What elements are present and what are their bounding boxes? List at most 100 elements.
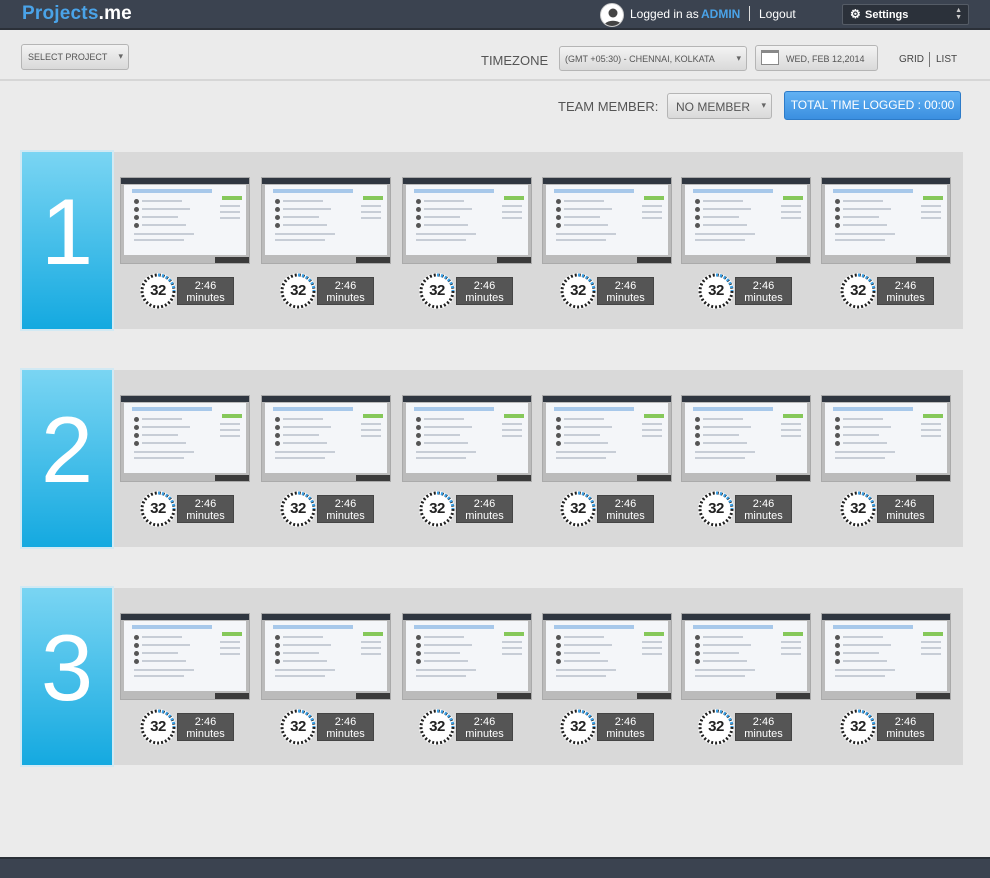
screenshot-thumbnail[interactable] xyxy=(681,395,811,482)
date-picker[interactable]: WED, FEB 12,2014 xyxy=(755,45,878,71)
thumbnail-detail xyxy=(695,635,700,640)
thumbnail-detail xyxy=(556,207,561,212)
thumbnail-detail xyxy=(406,621,528,691)
select-project-dropdown[interactable]: SELECT PROJECT ▾ xyxy=(21,44,129,70)
total-time-logged-button[interactable]: TOTAL TIME LOGGED : 00:00 xyxy=(784,91,961,120)
timezone-dropdown[interactable]: (GMT +05:30) - CHENNAI, KOLKATA ▾ xyxy=(559,46,747,71)
thumbnail-detail xyxy=(695,433,700,438)
thumbnail-detail xyxy=(564,208,612,210)
app-logo[interactable]: Projects.me xyxy=(22,3,132,25)
thumbnail-detail xyxy=(685,621,807,691)
list-view-toggle[interactable]: LIST xyxy=(936,54,957,65)
screenshot-thumbnail[interactable] xyxy=(261,395,391,482)
view-divider xyxy=(929,52,930,67)
thumbnail-detail xyxy=(776,257,810,263)
duration-time: 2:46 xyxy=(752,716,775,728)
thumbnail-detail xyxy=(416,417,421,422)
thumbnail-detail xyxy=(833,625,913,629)
thumbnail-detail xyxy=(835,457,885,459)
screenshot-thumbnail[interactable] xyxy=(261,613,391,700)
screenshot-thumbnail[interactable] xyxy=(681,613,811,700)
screenshot-thumbnail[interactable] xyxy=(681,177,811,264)
thumbnail-detail xyxy=(693,407,773,411)
thumbnail-detail xyxy=(835,433,840,438)
thumbnail-detail xyxy=(546,621,668,691)
thumbnail-detail xyxy=(124,403,246,473)
screenshot-thumbnail[interactable] xyxy=(402,395,532,482)
duration-time: 2:46 xyxy=(752,498,775,510)
screenshot-thumbnail[interactable] xyxy=(821,613,951,700)
thumbnail-detail xyxy=(835,417,840,422)
screenshot-thumbnail[interactable] xyxy=(261,177,391,264)
thumbnail-detail xyxy=(556,651,561,656)
thumbnail-detail xyxy=(265,403,387,473)
row-number: 2 xyxy=(40,397,94,502)
duration-unit: minutes xyxy=(326,510,365,522)
thumbnail-detail xyxy=(776,693,810,699)
thumbnail-detail xyxy=(781,205,801,207)
duration-time: 2:46 xyxy=(334,716,357,728)
grid-view-toggle[interactable]: GRID xyxy=(899,54,924,65)
screenshot-thumbnail[interactable] xyxy=(542,613,672,700)
thumbnail-detail xyxy=(843,426,891,428)
chevron-down-icon: ▾ xyxy=(736,53,741,63)
duration-time: 2:46 xyxy=(894,498,917,510)
username-link[interactable]: ADMIN xyxy=(701,7,740,21)
thumbnail-detail xyxy=(695,223,700,228)
duration-unit: minutes xyxy=(326,728,365,740)
thumbnail-detail xyxy=(220,647,240,649)
team-member-dropdown[interactable]: NO MEMBER ▾ xyxy=(667,93,772,119)
settings-dropdown[interactable]: ⚙ Settings ▲ ▼ xyxy=(842,4,969,25)
thumbnail-detail xyxy=(142,636,182,638)
thumbnail-detail xyxy=(220,217,240,219)
thumbnail-detail xyxy=(142,216,178,218)
thumbnail-detail xyxy=(414,625,494,629)
screenshot-thumbnail[interactable] xyxy=(120,395,250,482)
duration-unit: minutes xyxy=(886,728,925,740)
thumbnail-detail xyxy=(835,669,895,671)
thumbnail-detail xyxy=(843,200,883,202)
thumbnail-detail xyxy=(361,217,381,219)
screenshot-thumbnail[interactable] xyxy=(821,177,951,264)
screenshot-thumbnail[interactable] xyxy=(120,177,250,264)
duration-time: 2:46 xyxy=(473,498,496,510)
thumbnail-detail xyxy=(644,414,664,418)
duration-time: 2:46 xyxy=(752,280,775,292)
thumbnail-detail xyxy=(554,407,634,411)
screenshot-thumbnail[interactable] xyxy=(821,395,951,482)
thumbnail-detail xyxy=(502,423,522,425)
thumbnail-detail xyxy=(781,211,801,213)
thumbnail-detail xyxy=(642,423,662,425)
screenshot-thumbnail[interactable] xyxy=(402,177,532,264)
thumbnail-detail xyxy=(703,652,739,654)
screenshot-thumbnail[interactable] xyxy=(120,613,250,700)
thumbnail-detail xyxy=(134,223,139,228)
thumbnail-detail xyxy=(556,425,561,430)
project-row: 1 32 2:46 minutes 32 2:46 minutes 32 2:46 minutes… xyxy=(20,150,963,331)
thumbnail-detail xyxy=(564,434,600,436)
thumbnail-detail xyxy=(835,223,840,228)
screenshot-thumbnail[interactable] xyxy=(542,395,672,482)
thumbnail-detail xyxy=(502,647,522,649)
thumbnail-detail xyxy=(695,417,700,422)
thumbnail-detail xyxy=(556,417,561,422)
logout-link[interactable]: Logout xyxy=(759,7,796,21)
top-bar: Projects.me Logged in as ADMIN Logout ⚙ … xyxy=(0,0,990,30)
thumbnail-detail xyxy=(843,660,887,662)
screenshot-thumbnail[interactable] xyxy=(542,177,672,264)
thumbnail-detail xyxy=(142,426,190,428)
thumbnail-detail xyxy=(682,178,810,184)
thumbnail-detail xyxy=(275,669,335,671)
thumbnail-detail xyxy=(361,641,381,643)
thumbnail-detail xyxy=(543,614,671,620)
thumbnail-detail xyxy=(275,441,280,446)
screenshot-thumbnail[interactable] xyxy=(402,613,532,700)
thumbnail-detail xyxy=(275,635,280,640)
thumbnail-detail xyxy=(835,239,885,241)
timer-icon: 32 xyxy=(280,273,316,309)
header-divider xyxy=(749,6,750,21)
thumbnail-detail xyxy=(564,652,600,654)
thumbnail-detail xyxy=(556,239,606,241)
duration-unit: minutes xyxy=(886,292,925,304)
thumbnail-detail xyxy=(416,239,466,241)
